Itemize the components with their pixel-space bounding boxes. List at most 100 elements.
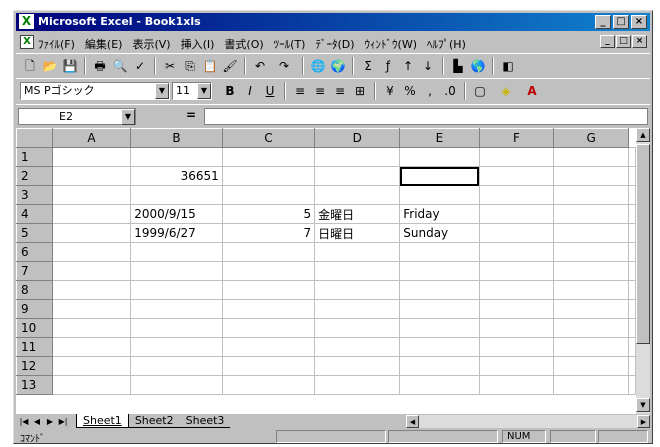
chevron-down-icon[interactable]: ▼ bbox=[155, 83, 169, 99]
cell-overflow[interactable] bbox=[628, 299, 636, 319]
drawing-icon[interactable]: ◧ bbox=[498, 57, 518, 75]
cell-B2[interactable]: 36651 bbox=[130, 166, 223, 186]
cell-D11[interactable] bbox=[314, 337, 401, 357]
row-header[interactable]: 6 bbox=[16, 242, 53, 262]
cell-D10[interactable] bbox=[314, 318, 401, 338]
vertical-scrollbar[interactable]: ▲ ▼ bbox=[636, 128, 650, 414]
menu-view[interactable]: 表示(V) bbox=[132, 36, 170, 52]
cell-D3[interactable] bbox=[314, 185, 401, 205]
cell-G11[interactable] bbox=[553, 337, 629, 357]
column-header[interactable]: F bbox=[478, 128, 555, 148]
column-header[interactable]: C bbox=[221, 128, 316, 148]
increase-decimal-icon[interactable]: .0 bbox=[440, 82, 460, 100]
menu-format[interactable]: 書式(O) bbox=[224, 36, 263, 52]
currency-icon[interactable]: ¥ bbox=[380, 82, 400, 100]
cell-overflow[interactable] bbox=[628, 223, 636, 243]
cell-F12[interactable] bbox=[478, 356, 555, 376]
cell-F3[interactable] bbox=[478, 185, 555, 205]
chevron-down-icon[interactable]: ▼ bbox=[121, 109, 135, 125]
cell-A5[interactable] bbox=[51, 223, 132, 243]
row-header[interactable]: 11 bbox=[16, 337, 53, 357]
menu-window[interactable]: ｳｨﾝﾄﾞｳ(W) bbox=[365, 36, 417, 52]
row-header[interactable]: 1 bbox=[16, 147, 53, 167]
cell-C8[interactable] bbox=[221, 280, 316, 300]
cell-B5[interactable]: 1999/6/27 bbox=[130, 223, 223, 243]
menu-tools[interactable]: ﾂｰﾙ(T) bbox=[274, 36, 306, 52]
font-size-select[interactable]: 11 ▼ bbox=[172, 82, 212, 100]
minimize-button[interactable]: _ bbox=[595, 15, 611, 29]
cell-B3[interactable] bbox=[130, 185, 223, 205]
cut-icon[interactable]: ✂ bbox=[160, 57, 180, 75]
doc-close-button[interactable]: × bbox=[632, 35, 647, 48]
excel-icon[interactable]: X bbox=[19, 14, 34, 29]
cell-A4[interactable] bbox=[51, 204, 132, 224]
cell-E7[interactable] bbox=[399, 261, 480, 281]
cell-G2[interactable] bbox=[553, 166, 629, 186]
cell-D2[interactable] bbox=[314, 166, 401, 186]
bold-icon[interactable]: B bbox=[220, 82, 240, 100]
cell-A3[interactable] bbox=[51, 185, 132, 205]
cell-G12[interactable] bbox=[553, 356, 629, 376]
column-header[interactable]: E bbox=[399, 128, 480, 148]
maximize-button[interactable]: □ bbox=[613, 15, 629, 29]
cell-G5[interactable] bbox=[553, 223, 629, 243]
cell-C5[interactable]: 7 bbox=[221, 223, 316, 243]
column-header[interactable]: G bbox=[553, 128, 629, 148]
cell-D9[interactable] bbox=[314, 299, 401, 319]
doc-restore-button[interactable]: □ bbox=[616, 35, 631, 48]
row-header[interactable]: 4 bbox=[16, 204, 53, 224]
scroll-thumb[interactable] bbox=[636, 144, 650, 344]
row-header[interactable]: 8 bbox=[16, 280, 53, 300]
cell-D6[interactable] bbox=[314, 242, 401, 262]
cell-G6[interactable] bbox=[553, 242, 629, 262]
function-icon[interactable]: ƒ bbox=[378, 57, 398, 75]
tab-sheet1[interactable]: Sheet1 bbox=[76, 414, 129, 428]
document-icon[interactable]: X bbox=[20, 35, 34, 49]
cell-F9[interactable] bbox=[478, 299, 555, 319]
cell-E3[interactable] bbox=[399, 185, 480, 205]
cell-overflow[interactable] bbox=[628, 204, 636, 224]
cell-F13[interactable] bbox=[478, 375, 555, 395]
row-header[interactable]: 12 bbox=[16, 356, 53, 376]
menu-insert[interactable]: 挿入(I) bbox=[181, 36, 215, 52]
hyperlink-icon[interactable]: 🌐 bbox=[308, 57, 328, 75]
cell-F8[interactable] bbox=[478, 280, 555, 300]
chart-wizard-icon[interactable]: ▙ bbox=[448, 57, 468, 75]
cell-A2[interactable] bbox=[51, 166, 132, 186]
cell-E10[interactable] bbox=[399, 318, 480, 338]
row-header[interactable]: 7 bbox=[16, 261, 53, 281]
column-header[interactable]: D bbox=[314, 128, 401, 148]
cell-B8[interactable] bbox=[130, 280, 223, 300]
print-preview-icon[interactable]: 🔍 bbox=[110, 57, 130, 75]
menu-edit[interactable]: 編集(E) bbox=[85, 36, 123, 52]
cell-overflow[interactable] bbox=[628, 337, 636, 357]
row-header[interactable]: 13 bbox=[16, 375, 53, 395]
cell-overflow[interactable] bbox=[628, 147, 636, 167]
chevron-down-icon[interactable]: ▼ bbox=[197, 83, 211, 99]
cell-E6[interactable] bbox=[399, 242, 480, 262]
cell-B9[interactable] bbox=[130, 299, 223, 319]
cell-B12[interactable] bbox=[130, 356, 223, 376]
cell-overflow[interactable] bbox=[628, 280, 636, 300]
cell-C13[interactable] bbox=[221, 375, 316, 395]
cell-G1[interactable] bbox=[553, 147, 629, 167]
scroll-down-icon[interactable]: ▼ bbox=[636, 398, 650, 412]
cell-B4[interactable]: 2000/9/15 bbox=[130, 204, 223, 224]
cell-A8[interactable] bbox=[51, 280, 132, 300]
comma-icon[interactable]: , bbox=[420, 82, 440, 100]
cell-F5[interactable] bbox=[478, 223, 555, 243]
cell-E9[interactable] bbox=[399, 299, 480, 319]
spelling-icon[interactable]: ✓ bbox=[130, 57, 150, 75]
cell-E4[interactable]: Friday bbox=[399, 204, 480, 224]
cell-F11[interactable] bbox=[478, 337, 555, 357]
doc-minimize-button[interactable]: _ bbox=[600, 35, 615, 48]
cell-D12[interactable] bbox=[314, 356, 401, 376]
row-header[interactable]: 3 bbox=[16, 185, 53, 205]
cell-B6[interactable] bbox=[130, 242, 223, 262]
scroll-up-icon[interactable]: ▲ bbox=[636, 128, 650, 142]
cell-E13[interactable] bbox=[399, 375, 480, 395]
font-name-select[interactable]: MS Pゴシック ▼ bbox=[20, 82, 170, 100]
redo-icon[interactable]: ↷ bbox=[274, 57, 294, 75]
cell-C10[interactable] bbox=[221, 318, 316, 338]
cell-F7[interactable] bbox=[478, 261, 555, 281]
